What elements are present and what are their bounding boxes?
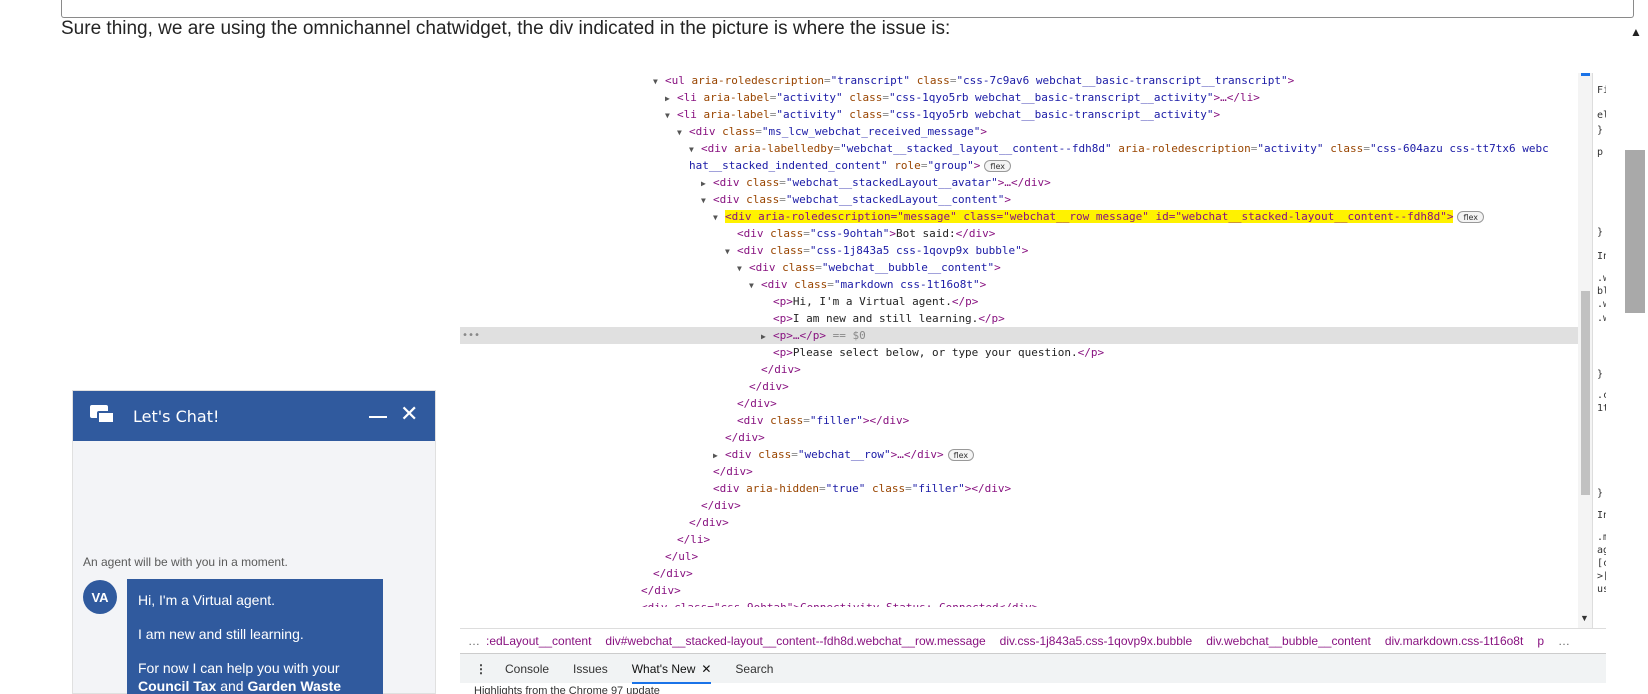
devtools-panel: ▼ <ul aria-roledescription="transcript" c… xyxy=(460,73,1606,694)
collapse-triangle-icon: ▶ xyxy=(701,179,706,188)
dom-node-continued: hat__stacked_indented_content" role="gro… xyxy=(689,157,1011,174)
dom-node-highlighted[interactable]: ▼ <div aria-roledescription="message" cla… xyxy=(713,208,1485,225)
breadcrumb-item[interactable]: div.css-1j843a5.css-1qovp9x.bubble xyxy=(1000,634,1193,648)
expand-triangle-icon: ▼ xyxy=(653,77,658,86)
closing-tag: </div> xyxy=(761,363,801,376)
dom-node[interactable]: ▶ <li aria-label="activity" class="css-1q… xyxy=(665,89,1260,106)
elements-tree: ▼ <ul aria-roledescription="transcript" c… xyxy=(460,73,1578,628)
dom-node[interactable]: <p>Hi, I'm a Virtual agent.</p> xyxy=(773,293,978,310)
breadcrumb-item[interactable]: :edLayout__content xyxy=(486,634,591,648)
closing-tag: </li> xyxy=(677,533,711,546)
drawer-tabbar: ⋮ Console Issues What's New ✕ Search xyxy=(460,653,1606,684)
flex-badge[interactable]: flex xyxy=(1457,211,1485,223)
breadcrumb-item[interactable]: div.webchat__bubble__content xyxy=(1206,634,1371,648)
highlighted-message-div: <div aria-roledescription="message" clas… xyxy=(725,210,1454,223)
breadcrumb-item[interactable]: … xyxy=(1558,634,1570,648)
page-scrollbar[interactable]: ▲ xyxy=(1622,18,1648,694)
styles-pane: Fi el } p } Inl .w bl .w .w } .c 1t } In… xyxy=(1592,73,1606,628)
message-text: I am new and still learning. xyxy=(138,626,304,642)
chat-widget: Let's Chat! ✕ An agent will be with you … xyxy=(72,390,436,694)
dom-node[interactable]: <div class="filler"></div> xyxy=(737,412,909,429)
collapse-triangle-icon: ▶ xyxy=(665,94,670,103)
more-options-icon[interactable]: ⋮ xyxy=(475,662,487,676)
message-text: For now I can help you with your Council … xyxy=(138,660,342,694)
scrollbar-thumb[interactable] xyxy=(1625,150,1645,313)
breadcrumb-item[interactable]: div#webchat__stacked-layout__content--fd… xyxy=(605,634,985,648)
closing-tag: </div> xyxy=(737,397,777,410)
chat-title: Let's Chat! xyxy=(133,406,220,426)
dom-node[interactable]: <div class="css-9ohtah">Bot said:</div> xyxy=(737,225,995,242)
closing-tag: </div> xyxy=(653,567,693,580)
collapse-triangle-icon: ▶ xyxy=(761,332,766,341)
expand-triangle-icon: ▼ xyxy=(749,281,754,290)
dom-node[interactable]: ▼ <div class="webchat__bubble__content"> xyxy=(737,259,1001,276)
collapse-triangle-icon: ▶ xyxy=(713,451,718,460)
expand-triangle-icon: ▼ xyxy=(665,111,670,120)
dom-node[interactable]: ▶ <div class="webchat__stackedLayout__ava… xyxy=(701,174,1051,191)
breadcrumb-item[interactable]: div.markdown.css-1t16o8t xyxy=(1385,634,1524,648)
scroll-down-arrow-icon[interactable]: ▼ xyxy=(1580,613,1589,623)
message-text: Hi, I'm a Virtual agent. xyxy=(138,592,276,608)
breadcrumb: … :edLayout__content div#webchat__stacke… xyxy=(460,628,1606,653)
reply-textbox[interactable] xyxy=(61,0,1634,18)
tab-console[interactable]: Console xyxy=(505,654,549,684)
breadcrumb-item[interactable]: … xyxy=(468,634,480,648)
dom-node[interactable]: ▼ <div class="css-1j843a5 css-1qovp9x bub… xyxy=(725,242,1028,259)
elements-scrollbar[interactable]: ▼ xyxy=(1578,73,1592,628)
closing-tag: </div> xyxy=(713,465,753,478)
dom-node[interactable]: ▼ <div class="webchat__stackedLayout__con… xyxy=(701,191,1011,208)
scrollbar-thumb[interactable] xyxy=(1581,291,1590,495)
dom-node[interactable]: ▼ <div class="markdown css-1t16o8t"> xyxy=(749,276,986,293)
minimize-icon[interactable] xyxy=(369,416,387,418)
close-tab-icon[interactable]: ✕ xyxy=(701,662,711,676)
breadcrumb-item[interactable]: p xyxy=(1537,634,1544,648)
expand-triangle-icon: ▼ xyxy=(677,128,682,137)
post-text: Sure thing, we are using the omnichannel… xyxy=(61,18,951,39)
tab-issues[interactable]: Issues xyxy=(573,654,608,684)
dom-node[interactable]: ▼ <div class="ms_lcw_webchat_received_mes… xyxy=(677,123,987,140)
closing-tag: </div> xyxy=(749,380,789,393)
dom-node[interactable]: <div aria-hidden="true" class="filler"><… xyxy=(713,480,1011,497)
expand-triangle-icon: ▼ xyxy=(737,264,742,273)
expand-triangle-icon: ▼ xyxy=(713,213,718,222)
closing-tag: </div> xyxy=(641,584,681,597)
dom-node[interactable]: ▼ <div aria-labelledby="webchat__stacked_… xyxy=(689,140,1549,157)
dom-node[interactable]: ▶ <div class="webchat__row">…</div> flex xyxy=(713,446,975,463)
dom-node[interactable]: <p>Please select below, or type your que… xyxy=(773,344,1104,361)
more-dots-icon: ••• xyxy=(462,330,481,341)
dom-node-selected[interactable]: ••• ▶ <p>…</p> == $0 xyxy=(460,327,1578,344)
close-icon[interactable]: ✕ xyxy=(400,403,418,425)
chat-bubbles-icon xyxy=(90,405,116,427)
chat-header: Let's Chat! ✕ xyxy=(73,391,435,441)
expand-triangle-icon: ▼ xyxy=(725,247,730,256)
whats-new-heading: Highlights from the Chrome 97 update xyxy=(474,685,660,694)
flex-badge[interactable]: flex xyxy=(947,449,975,461)
avatar: VA xyxy=(83,580,117,614)
dom-node[interactable]: <p>I am new and still learning.</p> xyxy=(773,310,1005,327)
agent-note: An agent will be with you in a moment. xyxy=(83,555,288,569)
flex-badge[interactable]: flex xyxy=(984,160,1011,172)
scroll-up-arrow-icon[interactable]: ▲ xyxy=(1630,25,1642,39)
expand-triangle-icon: ▼ xyxy=(701,196,706,205)
tab-search[interactable]: Search xyxy=(735,654,773,684)
closing-tag: </div> xyxy=(701,499,741,512)
closing-tag: </div> xyxy=(689,516,729,529)
closing-tag: </ul> xyxy=(665,550,699,563)
expand-triangle-icon: ▼ xyxy=(689,145,694,154)
closing-tag: </div> xyxy=(725,431,765,444)
message-bubble: Hi, I'm a Virtual agent. I am new and st… xyxy=(127,579,383,694)
tab-whats-new[interactable]: What's New ✕ xyxy=(631,654,712,684)
dom-node[interactable]: ▼ <ul aria-roledescription="transcript" c… xyxy=(653,73,1294,89)
dom-node[interactable]: ▼ <li aria-label="activity" class="css-1q… xyxy=(665,106,1220,123)
dom-node-clipped[interactable]: <div class="css-9ohtah">Connectivity Sta… xyxy=(641,599,1038,607)
